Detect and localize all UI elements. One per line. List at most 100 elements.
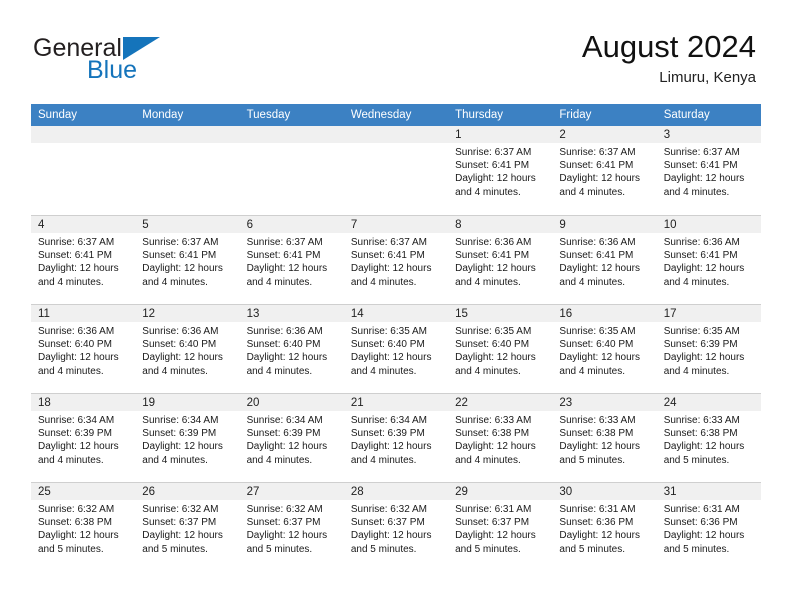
weekday-header-monday: Monday — [135, 104, 240, 126]
day-number: 30 — [552, 483, 657, 500]
calendar-day-cell[interactable] — [31, 126, 136, 215]
day-details: Sunrise: 6:37 AM Sunset: 6:41 PM Daylight:… — [344, 233, 448, 289]
calendar-day-cell[interactable]: 4 Sunrise: 6:37 AM Sunset: 6:41 PM Daylight… — [31, 215, 136, 304]
daylight-text: Daylight: 12 hours and 4 minutes. — [663, 352, 745, 377]
calendar-day-cell[interactable] — [135, 126, 240, 215]
day-details: Sunrise: 6:31 AM Sunset: 6:36 PM Daylight:… — [657, 500, 761, 556]
sunrise-text: Sunrise: 6:37 AM — [559, 147, 636, 158]
sunset-text: Sunset: 6:39 PM — [38, 428, 112, 440]
calendar-day-cell[interactable] — [343, 126, 449, 215]
calendar-week-row: 4 Sunrise: 6:37 AM Sunset: 6:41 PM Daylight… — [31, 215, 761, 304]
calendar-day-cell[interactable]: 27 Sunrise: 6:32 AM Sunset: 6:37 PM Dayligh… — [239, 482, 344, 571]
day-number: 20 — [239, 394, 344, 411]
day-cell-content: 3 Sunrise: 6:37 AM Sunset: 6:41 PM Daylight… — [656, 126, 761, 215]
page-subtitle: Limuru, Kenya — [659, 69, 756, 86]
sunrise-text: Sunrise: 6:32 AM — [350, 504, 427, 515]
day-number: 3 — [656, 126, 761, 143]
calendar-day-cell[interactable]: 3 Sunrise: 6:37 AM Sunset: 6:41 PM Daylight… — [656, 126, 761, 215]
weekday-header-friday: Friday — [552, 104, 657, 126]
day-cell-content: 4 Sunrise: 6:37 AM Sunset: 6:41 PM Daylight… — [31, 215, 136, 304]
calendar-day-cell[interactable]: 29 Sunrise: 6:31 AM Sunset: 6:37 PM Dayligh… — [448, 482, 553, 571]
calendar-day-cell[interactable]: 31 Sunrise: 6:31 AM Sunset: 6:36 PM Dayligh… — [656, 482, 761, 571]
day-cell-content: 27 Sunrise: 6:32 AM Sunset: 6:37 PM Dayligh… — [239, 482, 344, 571]
sunrise-text: Sunrise: 6:32 AM — [246, 504, 323, 515]
calendar-day-cell[interactable]: 12 Sunrise: 6:36 AM Sunset: 6:40 PM Dayligh… — [135, 304, 240, 393]
calendar-day-cell[interactable]: 8 Sunrise: 6:36 AM Sunset: 6:41 PM Daylight… — [448, 215, 553, 304]
daylight-text: Daylight: 12 hours and 5 minutes. — [246, 530, 328, 555]
calendar-day-cell[interactable]: 26 Sunrise: 6:32 AM Sunset: 6:37 PM Dayligh… — [135, 482, 240, 571]
day-cell-content: 13 Sunrise: 6:36 AM Sunset: 6:40 PM Dayligh… — [239, 304, 344, 393]
day-number: 6 — [239, 216, 344, 233]
daylight-text: Daylight: 12 hours and 4 minutes. — [142, 263, 223, 288]
calendar-day-cell[interactable]: 2 Sunrise: 6:37 AM Sunset: 6:41 PM Daylight… — [552, 126, 657, 215]
sunrise-text: Sunrise: 6:37 AM — [350, 237, 427, 248]
calendar-day-cell[interactable]: 30 Sunrise: 6:31 AM Sunset: 6:36 PM Dayligh… — [552, 482, 657, 571]
day-number: 29 — [448, 483, 553, 500]
day-details: Sunrise: 6:36 AM Sunset: 6:41 PM Daylight:… — [448, 233, 552, 289]
day-details: Sunrise: 6:32 AM Sunset: 6:37 PM Daylight:… — [135, 500, 239, 556]
calendar-day-cell[interactable]: 25 Sunrise: 6:32 AM Sunset: 6:38 PM Dayligh… — [31, 482, 136, 571]
calendar-day-cell[interactable]: 24 Sunrise: 6:33 AM Sunset: 6:38 PM Dayligh… — [656, 393, 761, 482]
sunset-text: Sunset: 6:36 PM — [559, 517, 634, 529]
sunset-text: Sunset: 6:37 PM — [142, 517, 217, 529]
day-details: Sunrise: 6:35 AM Sunset: 6:40 PM Daylight:… — [344, 322, 448, 378]
calendar-day-cell[interactable]: 13 Sunrise: 6:36 AM Sunset: 6:40 PM Dayligh… — [239, 304, 344, 393]
calendar-day-cell[interactable]: 14 Sunrise: 6:35 AM Sunset: 6:40 PM Dayligh… — [343, 304, 449, 393]
day-cell-content: 25 Sunrise: 6:32 AM Sunset: 6:38 PM Dayligh… — [31, 482, 136, 571]
day-cell-content: 1 Sunrise: 6:37 AM Sunset: 6:41 PM Daylight… — [448, 126, 553, 215]
daylight-text: Daylight: 12 hours and 4 minutes. — [663, 263, 745, 288]
day-number: 16 — [552, 305, 657, 322]
calendar-day-cell[interactable]: 22 Sunrise: 6:33 AM Sunset: 6:38 PM Dayligh… — [448, 393, 553, 482]
calendar-day-cell[interactable]: 23 Sunrise: 6:33 AM Sunset: 6:38 PM Dayligh… — [552, 393, 657, 482]
calendar-day-cell[interactable]: 19 Sunrise: 6:34 AM Sunset: 6:39 PM Dayligh… — [135, 393, 240, 482]
daylight-text: Daylight: 12 hours and 4 minutes. — [663, 173, 745, 198]
day-cell-content: 19 Sunrise: 6:34 AM Sunset: 6:39 PM Dayligh… — [135, 393, 240, 482]
sunset-text: Sunset: 6:38 PM — [38, 517, 112, 529]
calendar-day-cell[interactable]: 9 Sunrise: 6:36 AM Sunset: 6:41 PM Daylight… — [552, 215, 657, 304]
sunset-text: Sunset: 6:40 PM — [455, 339, 530, 351]
calendar-day-cell[interactable]: 7 Sunrise: 6:37 AM Sunset: 6:41 PM Daylight… — [343, 215, 449, 304]
sunrise-text: Sunrise: 6:31 AM — [663, 504, 740, 515]
daylight-text: Daylight: 12 hours and 5 minutes. — [455, 530, 536, 555]
daylight-text: Daylight: 12 hours and 5 minutes. — [38, 530, 119, 555]
brand-logo[interactable]: General Blue — [33, 34, 253, 86]
day-number: 24 — [656, 394, 761, 411]
day-details: Sunrise: 6:33 AM Sunset: 6:38 PM Daylight:… — [657, 411, 761, 467]
day-number: 11 — [31, 305, 136, 322]
calendar-day-cell[interactable]: 15 Sunrise: 6:35 AM Sunset: 6:40 PM Dayligh… — [448, 304, 553, 393]
daylight-text: Daylight: 12 hours and 4 minutes. — [350, 352, 432, 377]
calendar-day-cell[interactable]: 16 Sunrise: 6:35 AM Sunset: 6:40 PM Dayligh… — [552, 304, 657, 393]
day-number: 15 — [448, 305, 553, 322]
daylight-text: Daylight: 12 hours and 4 minutes. — [455, 441, 536, 466]
day-number: 10 — [656, 216, 761, 233]
day-details: Sunrise: 6:32 AM Sunset: 6:37 PM Daylight:… — [344, 500, 448, 556]
sunrise-text: Sunrise: 6:33 AM — [663, 415, 740, 426]
calendar-day-cell[interactable]: 28 Sunrise: 6:32 AM Sunset: 6:37 PM Dayligh… — [343, 482, 449, 571]
calendar-day-cell[interactable]: 10 Sunrise: 6:36 AM Sunset: 6:41 PM Dayligh… — [656, 215, 761, 304]
day-cell-content: 29 Sunrise: 6:31 AM Sunset: 6:37 PM Dayligh… — [448, 482, 553, 571]
calendar-day-cell[interactable]: 11 Sunrise: 6:36 AM Sunset: 6:40 PM Dayligh… — [31, 304, 136, 393]
daylight-text: Daylight: 12 hours and 4 minutes. — [350, 441, 432, 466]
calendar-day-cell[interactable]: 1 Sunrise: 6:37 AM Sunset: 6:41 PM Daylight… — [448, 126, 553, 215]
day-cell-content: 9 Sunrise: 6:36 AM Sunset: 6:41 PM Daylight… — [552, 215, 657, 304]
calendar-week-row: 11 Sunrise: 6:36 AM Sunset: 6:40 PM Dayligh… — [31, 304, 761, 393]
day-number: 8 — [448, 216, 553, 233]
day-details: Sunrise: 6:36 AM Sunset: 6:41 PM Daylight:… — [657, 233, 761, 289]
calendar-day-cell[interactable] — [239, 126, 344, 215]
day-details: Sunrise: 6:33 AM Sunset: 6:38 PM Daylight:… — [448, 411, 552, 467]
sunset-text: Sunset: 6:37 PM — [455, 517, 530, 529]
day-cell-empty — [135, 126, 240, 215]
calendar-day-cell[interactable]: 18 Sunrise: 6:34 AM Sunset: 6:39 PM Dayligh… — [31, 393, 136, 482]
sunset-text: Sunset: 6:39 PM — [142, 428, 217, 440]
weekday-header-row: Sunday Monday Tuesday Wednesday Thursday… — [31, 104, 761, 126]
calendar-day-cell[interactable]: 20 Sunrise: 6:34 AM Sunset: 6:39 PM Dayligh… — [239, 393, 344, 482]
calendar-day-cell[interactable]: 5 Sunrise: 6:37 AM Sunset: 6:41 PM Daylight… — [135, 215, 240, 304]
sunrise-text: Sunrise: 6:35 AM — [559, 326, 636, 337]
day-cell-content: 26 Sunrise: 6:32 AM Sunset: 6:37 PM Dayligh… — [135, 482, 240, 571]
calendar-day-cell[interactable]: 21 Sunrise: 6:34 AM Sunset: 6:39 PM Dayligh… — [343, 393, 449, 482]
day-cell-content: 17 Sunrise: 6:35 AM Sunset: 6:39 PM Dayligh… — [656, 304, 761, 393]
sunset-text: Sunset: 6:41 PM — [455, 160, 530, 172]
daylight-text: Daylight: 12 hours and 5 minutes. — [559, 530, 641, 555]
calendar-day-cell[interactable]: 17 Sunrise: 6:35 AM Sunset: 6:39 PM Dayligh… — [656, 304, 761, 393]
calendar-day-cell[interactable]: 6 Sunrise: 6:37 AM Sunset: 6:41 PM Daylight… — [239, 215, 344, 304]
